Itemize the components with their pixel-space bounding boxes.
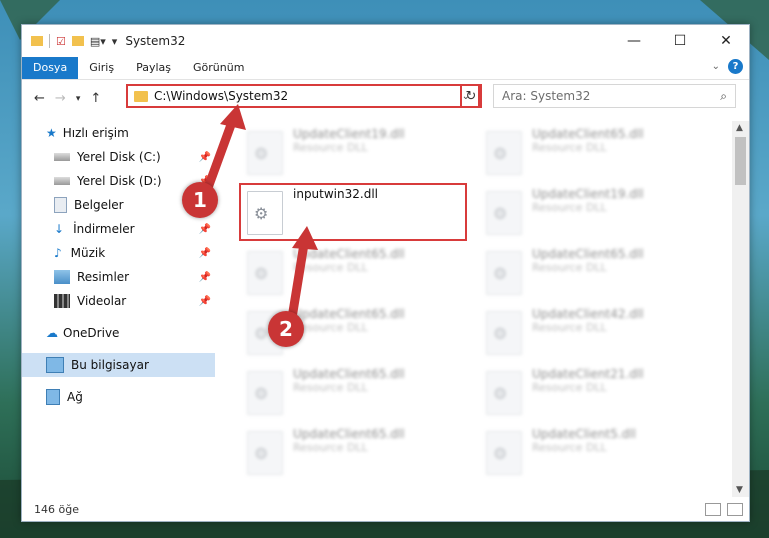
step-marker-2: 2 xyxy=(268,311,304,347)
step-marker-1: 1 xyxy=(182,182,218,218)
arrow-head-2 xyxy=(292,226,318,250)
arrow-head-1 xyxy=(220,104,246,130)
arrow-2 xyxy=(287,243,309,319)
annotation-arrows xyxy=(200,104,318,319)
